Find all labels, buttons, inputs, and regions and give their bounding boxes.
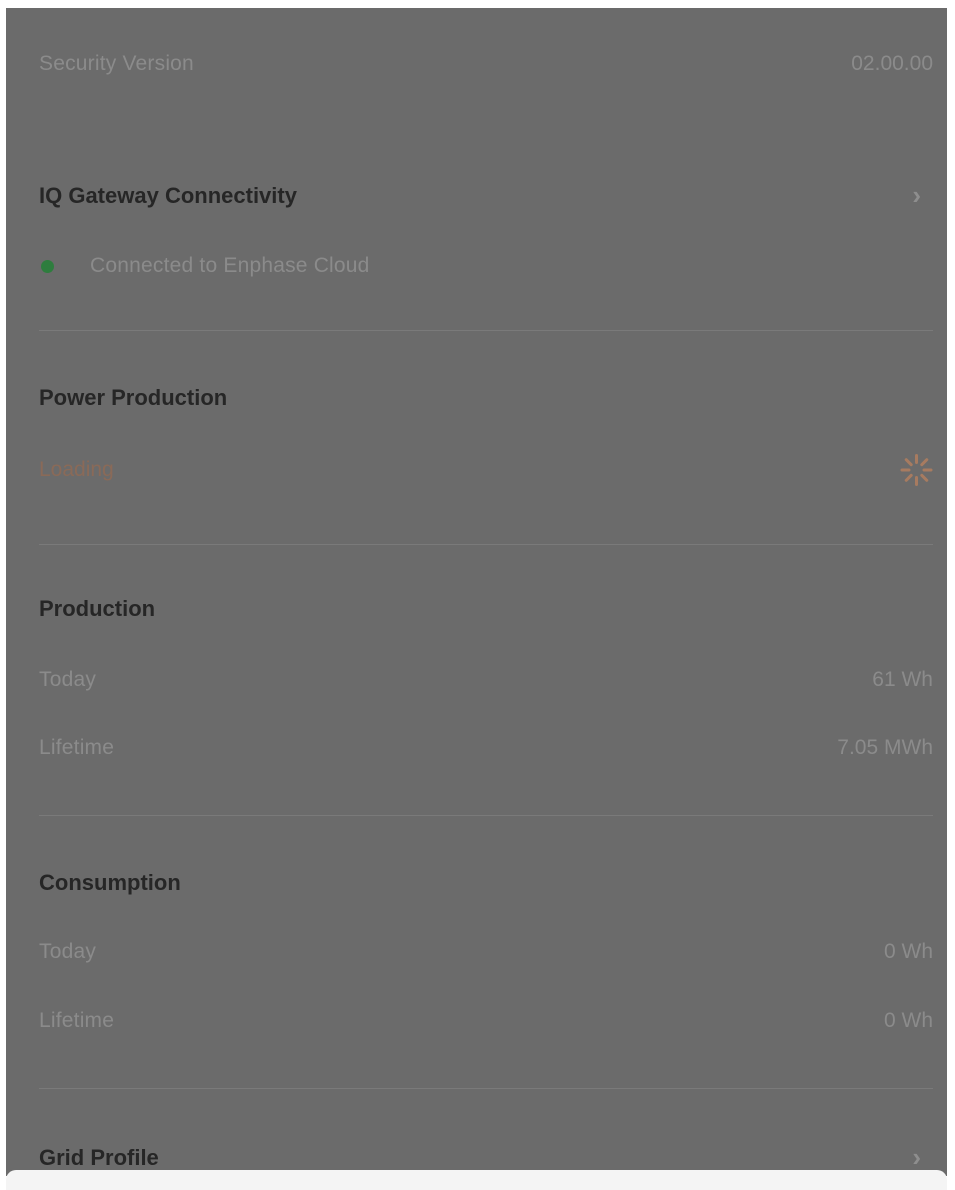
security-version-label: Security Version bbox=[39, 52, 194, 75]
consumption-lifetime-value: 0 Wh bbox=[883, 1009, 933, 1032]
production-lifetime-value: 7.05 MWh bbox=[837, 736, 933, 759]
production-lifetime-label: Lifetime bbox=[39, 736, 115, 759]
consumption-header: Consumption bbox=[39, 870, 933, 896]
production-lifetime-row: Lifetime 7.05 MWh bbox=[39, 736, 933, 760]
production-today-label: Today bbox=[39, 668, 97, 691]
production-today-row: Today 61 Wh bbox=[39, 668, 933, 692]
gateway-connectivity-title: IQ Gateway Connectivity bbox=[39, 182, 297, 208]
connection-status-dot-icon bbox=[41, 259, 54, 273]
bottom-sheet bbox=[6, 1170, 947, 1190]
power-production-header: Power Production bbox=[39, 385, 933, 411]
consumption-today-value: 0 Wh bbox=[883, 940, 933, 963]
security-version-value: 02.00.00 bbox=[851, 52, 933, 75]
consumption-lifetime-label: Lifetime bbox=[39, 1009, 115, 1032]
divider bbox=[39, 815, 933, 816]
grid-profile-row[interactable]: Grid Profile › bbox=[39, 1142, 933, 1173]
chevron-right-icon: › bbox=[912, 180, 921, 210]
loading-spinner-icon bbox=[897, 450, 937, 490]
gateway-status-text: Connected to Enphase Cloud bbox=[90, 254, 370, 277]
production-header: Production bbox=[39, 596, 933, 622]
consumption-today-row: Today 0 Wh bbox=[39, 940, 933, 964]
divider bbox=[39, 544, 933, 545]
power-production-title: Power Production bbox=[39, 385, 228, 410]
chevron-right-icon: › bbox=[912, 1142, 921, 1172]
consumption-lifetime-row: Lifetime 0 Wh bbox=[39, 1009, 933, 1033]
security-version-row: Security Version 02.00.00 bbox=[39, 52, 933, 76]
gateway-status: Connected to Enphase Cloud bbox=[36, 254, 370, 278]
gateway-connectivity-row[interactable]: IQ Gateway Connectivity › bbox=[39, 180, 933, 211]
production-today-value: 61 Wh bbox=[872, 668, 933, 691]
consumption-title: Consumption bbox=[39, 870, 181, 895]
production-title: Production bbox=[39, 596, 156, 621]
grid-profile-title: Grid Profile bbox=[39, 1144, 159, 1170]
power-production-status-row: Loading bbox=[39, 450, 933, 490]
details-screen-dimmed: Security Version 02.00.00 IQ Gateway Con… bbox=[6, 8, 947, 1176]
power-production-loading-text: Loading bbox=[39, 458, 114, 481]
divider bbox=[39, 330, 933, 331]
divider bbox=[39, 1088, 933, 1089]
consumption-today-label: Today bbox=[39, 940, 97, 963]
